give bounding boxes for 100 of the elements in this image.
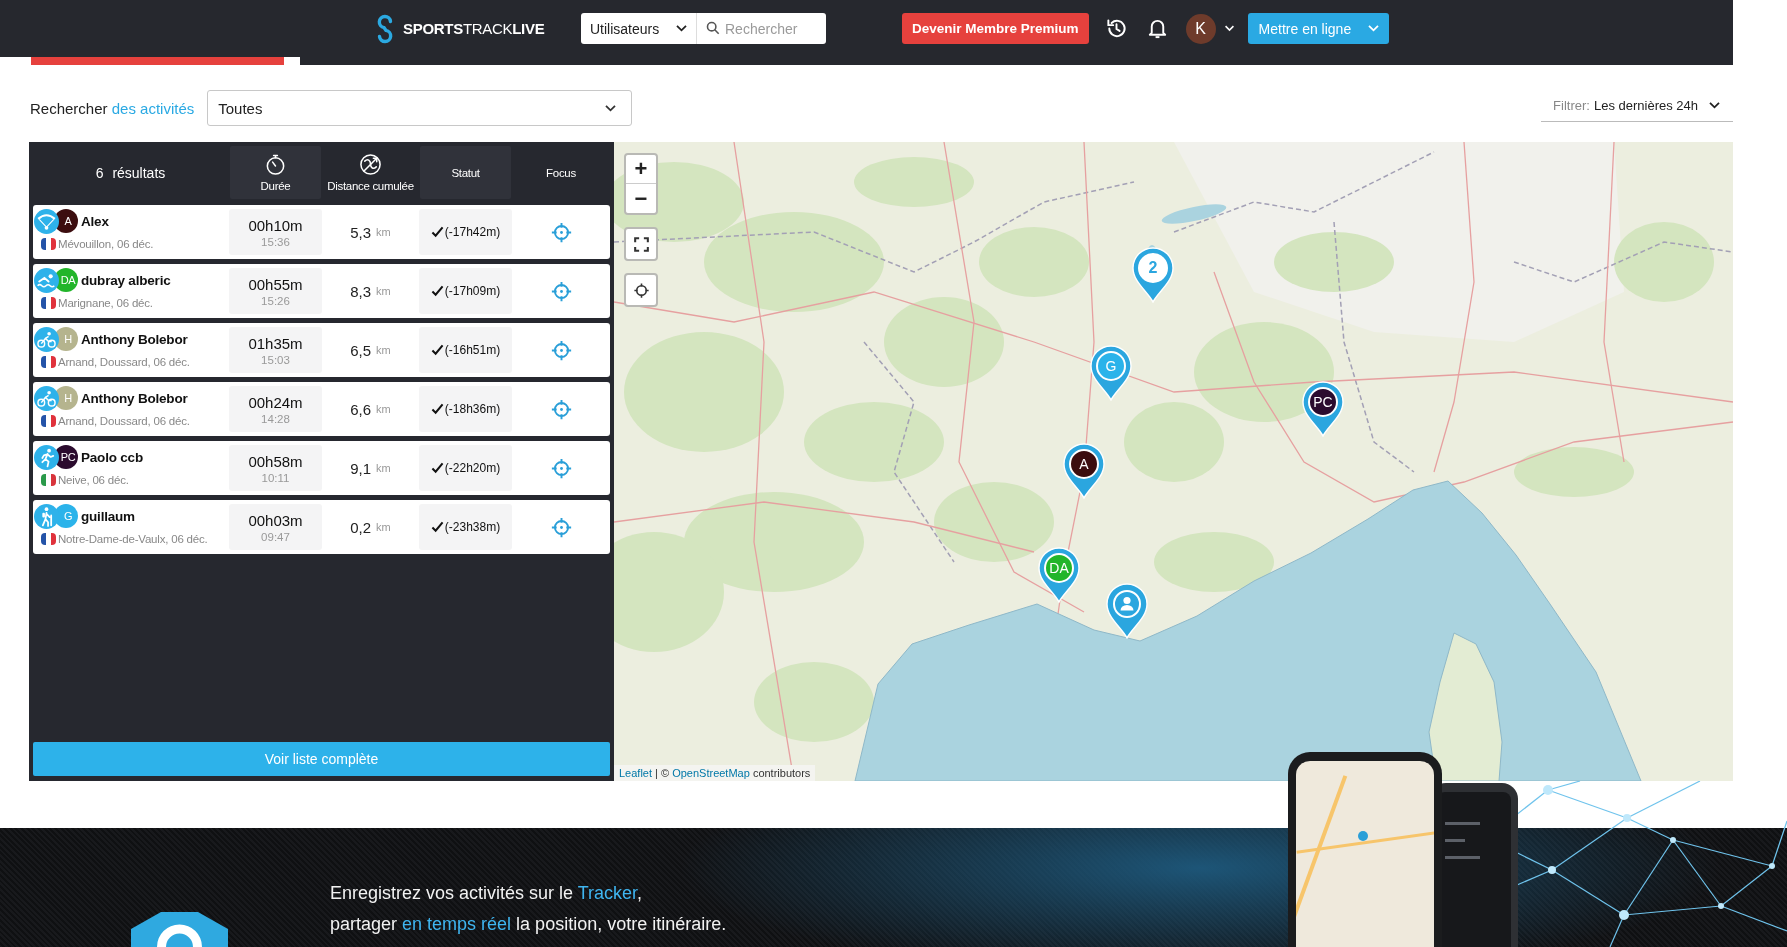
location-text: Marignane, 06 déc.: [58, 297, 153, 309]
map-marker[interactable]: PC: [1300, 379, 1346, 437]
athlete-name: Anthony Bolebor: [81, 390, 188, 406]
duration-text: 00h24m: [248, 393, 303, 411]
activity-row[interactable]: A Alex Mévouillon, 06 déc. 00h10m 15:36 5,3 km (-17h42m): [33, 205, 610, 259]
network-node: [1543, 785, 1553, 795]
banner-text: Enregistrez vos activités sur le Tracker,: [330, 882, 644, 905]
activity-row[interactable]: H Anthony Bolebor Arnand, Doussard, 06 déc. 00h24m 14:28 6,6 km (-18h36m): [33, 382, 610, 436]
distance-unit: km: [376, 521, 391, 533]
logo-icon[interactable]: [375, 13, 395, 44]
delay-text: (-17h42m): [444, 225, 501, 239]
column-label: Focus: [546, 166, 576, 179]
crosshair-icon: [631, 280, 651, 300]
delay-text: (-16h51m): [444, 343, 501, 357]
network-node: [1548, 866, 1556, 874]
crosshair-icon[interactable]: [550, 221, 572, 243]
map-marker[interactable]: [1104, 581, 1150, 639]
activity-row[interactable]: PC Paolo ccb Neive, 06 déc. 00h58m 10:11 9,1 km (-22h20m): [33, 441, 610, 495]
paraglider-icon: [34, 208, 59, 234]
athlete-name: dubray alberic: [81, 272, 171, 288]
chevron-down-icon[interactable]: [1223, 24, 1235, 33]
column-label: Statut: [451, 166, 480, 179]
crosshair-icon[interactable]: [550, 457, 572, 479]
flag-icon: [41, 415, 56, 427]
filter-dropdown[interactable]: Filtrer: Les dernières 24h: [1541, 94, 1733, 122]
athlete-name: guillaum: [81, 508, 135, 524]
activity-row[interactable]: DA dubray alberic Marignane, 06 déc. 00h55m 15:26 8,3 km (-17h09m): [33, 264, 610, 318]
column-label: Durée: [260, 180, 291, 192]
search-label: Rechercher des activités: [30, 99, 195, 117]
chevron-down-icon: [1708, 101, 1721, 110]
fullscreen-button[interactable]: [624, 227, 658, 261]
distance-unit: km: [376, 285, 391, 297]
chevron-down-icon: [675, 24, 688, 33]
distance-value: 0,2: [350, 518, 372, 536]
search-field[interactable]: Rechercher: [697, 13, 826, 44]
chevron-down-icon: [1367, 24, 1381, 33]
route-icon: [359, 153, 382, 176]
distance-value: 6,6: [350, 400, 372, 418]
location-text: Arnand, Doussard, 06 déc.: [58, 356, 190, 368]
flag-icon: [41, 356, 56, 368]
stopwatch-icon: [264, 153, 287, 176]
flag-icon: [41, 297, 56, 309]
cyclist-icon: [34, 385, 59, 411]
distance-value: 9,1: [350, 459, 372, 477]
flag-icon: [41, 238, 56, 250]
distance-value: 5,3: [350, 223, 372, 241]
history-icon[interactable]: [1104, 17, 1128, 40]
activity-row[interactable]: H Anthony Bolebor Arnand, Doussard, 06 déc. 01h35m 15:03 6,5 km (-16h51m): [33, 323, 610, 377]
hiker-icon: [34, 503, 59, 529]
flag-icon: [41, 533, 56, 545]
banner-text: partager en temps réel la position, votre itinéraire.: [330, 913, 727, 936]
map-attribution: Leaflet | © OpenStreetMap contributors: [614, 765, 816, 781]
network-node: [1718, 903, 1724, 909]
user-avatar[interactable]: K: [1185, 13, 1216, 44]
locate-button[interactable]: [624, 273, 658, 307]
start-time: 15:03: [261, 353, 290, 366]
start-time: 14:28: [261, 412, 290, 425]
map-marker[interactable]: A: [1061, 441, 1107, 499]
location-text: Neive, 06 déc.: [58, 474, 129, 486]
swimmer-icon: [34, 267, 59, 293]
location-text: Mévouillon, 06 déc.: [58, 238, 154, 250]
text-link[interactable]: Leaflet: [619, 767, 653, 779]
fullscreen-icon: [631, 234, 651, 254]
distance-unit: km: [376, 226, 391, 238]
network-node: [1623, 814, 1631, 822]
network-node: [1769, 863, 1775, 869]
athlete-name: Alex: [81, 213, 109, 229]
network-node: [1619, 910, 1629, 920]
location-text: Arnand, Doussard, 06 déc.: [58, 415, 190, 427]
zoom-in-button[interactable]: +: [626, 155, 656, 184]
activity-type-select[interactable]: Toutes: [207, 90, 633, 126]
distance-unit: km: [376, 344, 391, 356]
duration-text: 01h35m: [248, 334, 303, 352]
column-label: Distance cumulée: [327, 180, 414, 192]
premium-button[interactable]: Devenir Membre Premium: [902, 13, 1089, 44]
delay-text: (-18h36m): [444, 402, 501, 416]
crosshair-icon[interactable]: [550, 398, 572, 420]
distance-unit: km: [376, 403, 391, 415]
duration-text: 00h03m: [248, 511, 303, 529]
results-count: 6 résultats: [95, 164, 166, 181]
duration-text: 00h58m: [248, 452, 303, 470]
duration-text: 00h10m: [248, 216, 303, 234]
start-time: 15:36: [261, 235, 290, 248]
duration-text: 00h55m: [248, 275, 303, 293]
crosshair-icon[interactable]: [550, 516, 572, 538]
start-time: 10:11: [261, 471, 290, 484]
logo-text[interactable]: SPORTSTRACKLIVE: [403, 20, 545, 37]
users-dropdown[interactable]: Utilisateurs: [581, 13, 697, 44]
location-text: Notre-Dame-de-Vaulx, 06 déc.: [58, 533, 208, 545]
hexagon-logo-icon: [131, 912, 228, 947]
activity-row[interactable]: G guillaum Notre-Dame-de-Vaulx, 06 déc. 00h03m 09:47 0,2 km (-23h38m): [33, 500, 610, 554]
distance-value: 8,3: [350, 282, 372, 300]
delay-text: (-22h20m): [444, 461, 501, 475]
chevron-down-icon: [604, 103, 618, 113]
crosshair-icon[interactable]: [550, 280, 572, 302]
cyclist-icon: [34, 326, 59, 352]
delay-text: (-17h09m): [444, 284, 501, 298]
runner-icon: [34, 444, 59, 470]
text-link[interactable]: OpenStreetMap: [672, 767, 750, 779]
crosshair-icon[interactable]: [550, 339, 572, 361]
